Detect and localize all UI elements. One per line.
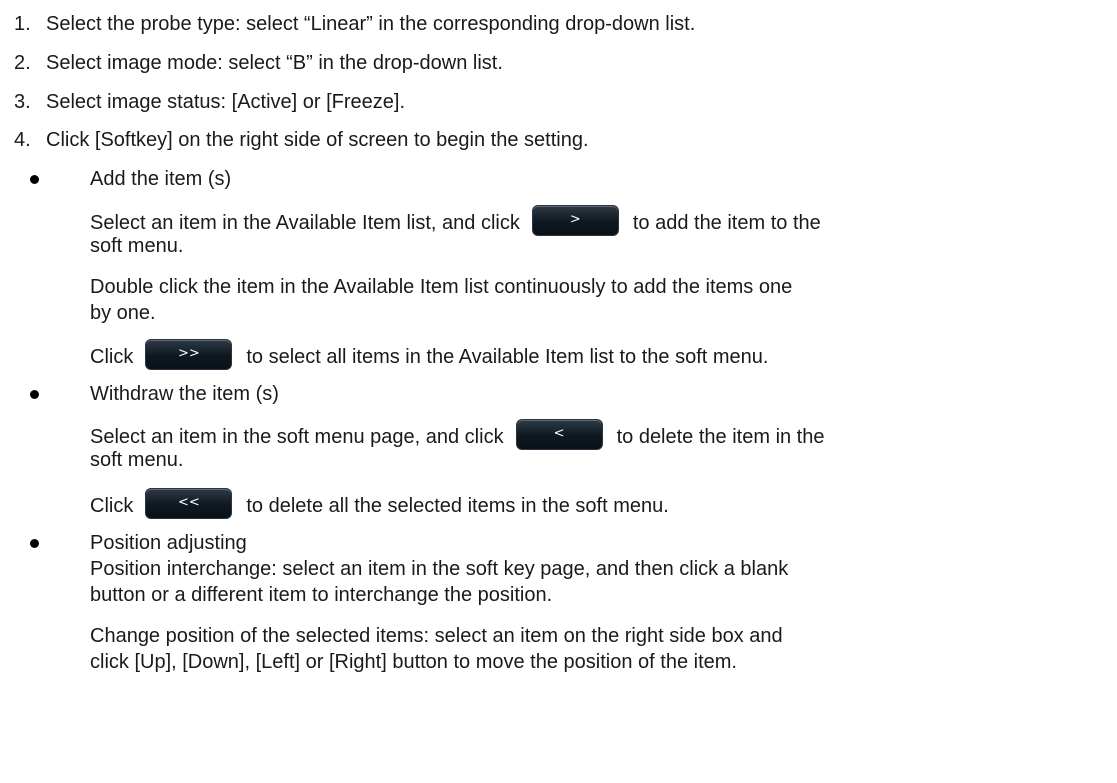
step-number: 3. (14, 91, 31, 113)
instruction-text: Select an item in the soft menu page, an… (90, 425, 504, 448)
step-1: 1. Select the probe type: select “Linear”… (14, 12, 695, 36)
step-number: 2. (14, 52, 31, 74)
bullet-dot-icon (30, 175, 39, 184)
bullet-title: Add the item (s) (90, 168, 232, 190)
bullet-title: Withdraw the item (s) (90, 383, 279, 405)
add-all-line: Click >> to select all items in the Availa… (90, 339, 1090, 373)
add-item-button[interactable]: > (531, 205, 619, 236)
manual-page: 1. Select the probe type: select “Linear”… (0, 0, 1117, 783)
instruction-text: to delete all the selected items in the … (246, 494, 669, 517)
instruction-text: Click (90, 345, 134, 368)
instruction-text: to delete the item in the (616, 425, 825, 448)
step-3: 3. Select image status: [Active] or [Free… (14, 90, 405, 114)
step-text: Select image status: [Active] or [Freeze… (46, 91, 406, 113)
bullet-dot-icon (30, 539, 39, 548)
add-instruction-line2: soft menu. (90, 235, 184, 257)
add-all-button[interactable]: >> (145, 339, 233, 370)
step-4: 4. Click [Softkey] on the right side of s… (14, 128, 589, 152)
instruction-text: Click (90, 494, 134, 517)
step-text: Click [Softkey] on the right side of scr… (46, 129, 589, 151)
instruction-text: to add the item to the (632, 211, 821, 234)
instruction-text: to select all items in the Available Ite… (246, 345, 769, 368)
bullet-title: Position adjusting (90, 532, 247, 554)
double-click-line2: by one. (90, 302, 156, 324)
remove-all-button[interactable]: << (145, 488, 233, 519)
interchange-line2: button or a different item to interchang… (90, 584, 553, 606)
bullet-dot-icon (30, 390, 39, 399)
step-text: Select the probe type: select “Linear” i… (46, 13, 696, 35)
remove-all-line: Click << to delete all the selected items … (90, 488, 1090, 522)
interchange-line1: Position interchange: select an item in … (90, 558, 789, 580)
change-position-line1: Change position of the selected items: s… (90, 625, 783, 647)
instruction-text: Select an item in the Available Item lis… (90, 211, 520, 234)
change-position-line2: click [Up], [Down], [Left] or [Right] bu… (90, 651, 737, 673)
double-click-line1: Double click the item in the Available I… (90, 276, 793, 298)
step-2: 2. Select image mode: select “B” in the d… (14, 51, 503, 75)
withdraw-instruction-line2: soft menu. (90, 449, 184, 471)
step-number: 1. (14, 13, 31, 35)
step-number: 4. (14, 129, 31, 151)
step-text: Select image mode: select “B” in the dro… (46, 52, 503, 74)
remove-item-button[interactable]: < (515, 419, 603, 450)
